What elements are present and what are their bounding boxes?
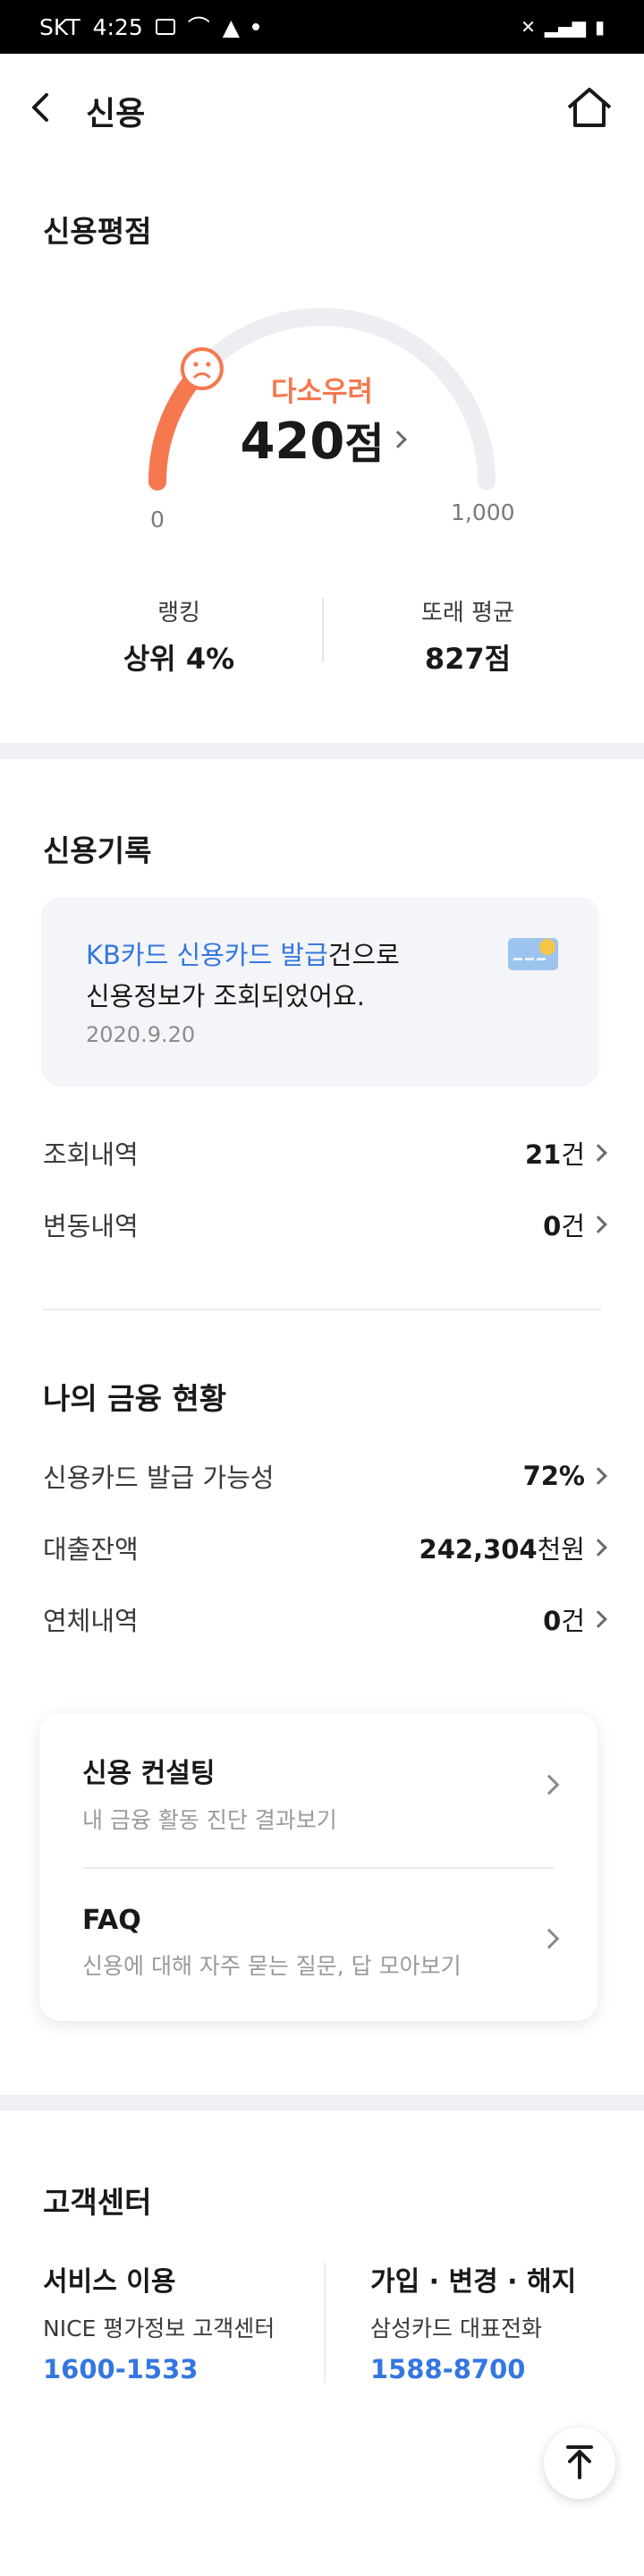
row-value: 242,304천원 [419,1534,585,1565]
record-card-date: 2020.9.20 [86,1022,196,1047]
chevron-right-icon [589,1144,607,1162]
gauge-min-label: 0 [150,507,165,533]
carrier-label: SKT [39,13,80,40]
score-unit: 점 [344,419,385,469]
chevron-right-icon [589,1539,607,1557]
gauge-max-label: 1,000 [451,499,515,525]
section-title-finance: 나의 금융 현황 [43,1381,227,1416]
item-title: FAQ [82,1905,141,1936]
item-subtitle: 내 금융 활동 진단 결과보기 [82,1807,337,1833]
row-label: 대출잔액 [43,1534,139,1565]
contact-phone-link[interactable]: 1600-1533 [43,2354,329,2384]
chevron-right-icon [589,1215,607,1233]
more-notifications-icon [251,23,259,30]
peer-average-value: 827점 [424,642,512,676]
credit-inquiry-card[interactable]: KB카드 신용카드 발급건으로 신용정보가 조회되었어요. 2020.9.20 [41,897,599,1087]
clock: 4:25 [92,13,143,40]
chevron-right-icon [589,1467,607,1485]
credit-status-label: 다소우려 [270,376,374,408]
delinquency-row[interactable]: 연체내역 0건 [43,1599,608,1639]
home-icon[interactable] [565,84,614,132]
consulting-card: 신용 컨설팅 내 금융 활동 진단 결과보기 FAQ 신용에 대해 자주 묻는 … [39,1713,597,2021]
row-label: 조회내역 [43,1139,139,1170]
item-title: 신용 컨설팅 [82,1758,216,1789]
ranking-stat: 랭킹 상위 4% [72,594,286,678]
section-title-customer-center: 고객센터 [43,2185,152,2220]
section-title-credit-record: 신용기록 [43,833,152,868]
contact-subtitle: 삼성카드 대표전화 [370,2316,542,2341]
card-issuance-row[interactable]: 신용카드 발급 가능성 72% [43,1456,608,1496]
row-value: 0건 [543,1211,585,1241]
record-card-line2: 신용정보가 조회되었어요. [86,981,365,1011]
contact-subtitle: NICE 평가정보 고객센터 [43,2316,275,2341]
ranking-value: 상위 4% [123,642,235,676]
back-icon[interactable] [20,86,63,129]
peer-average-label: 또래 평균 [421,600,514,627]
app-bar: 신용 [0,54,644,161]
record-highlight-text: KB카드 신용카드 발급 [86,940,328,970]
mute-icon: ✕ [521,16,536,38]
cloud-notification-icon: ⌒ [187,15,210,41]
scroll-to-top-button[interactable] [544,2427,615,2499]
contact-title: 가입 · 변경 · 해지 [370,2266,577,2298]
record-text-after: 건으로 [327,940,400,970]
item-subtitle: 신용에 대해 자주 묻는 질문, 답 모아보기 [82,1953,462,1979]
inquiry-history-row[interactable]: 조회내역 21건 [43,1133,608,1173]
row-label: 변동내역 [43,1211,139,1241]
peer-average-stat: 또래 평균 827점 [360,594,575,678]
section-divider [0,2094,644,2111]
section-divider [0,743,644,759]
card-divider [82,1867,555,1869]
contact-title: 서비스 이용 [43,2266,176,2298]
service-contact: 서비스 이용 NICE 평가정보 고객센터 1600-1533 [43,2259,329,2384]
page-title: 신용 [86,96,146,132]
list-divider [43,1309,601,1310]
credit-consulting-item[interactable]: 신용 컨설팅 내 금융 활동 진단 결과보기 [82,1751,565,1835]
chevron-right-icon [589,1610,607,1628]
row-label: 신용카드 발급 가능성 [43,1463,275,1493]
drive-notification-icon: ▲ [222,13,240,40]
battery-icon: ▮ [594,16,605,38]
contact-divider [324,2263,326,2383]
section-title-credit-score: 신용평점 [43,214,152,249]
score-number: 420 [240,413,345,471]
row-value: 0건 [543,1606,585,1636]
credit-card-icon [508,938,558,970]
stat-divider [322,598,324,662]
record-card-line1: KB카드 신용카드 발급건으로 [86,934,400,972]
signal-icon: ▂▄▆ [544,16,586,38]
contact-phone-link[interactable]: 1588-8700 [370,2354,644,2384]
faq-item[interactable]: FAQ 신용에 대해 자주 묻는 질문, 답 모아보기 [82,1905,565,1981]
row-label: 연체내역 [43,1606,139,1636]
gallery-notification-icon [155,19,175,35]
card-contact: 가입 · 변경 · 해지 삼성카드 대표전화 1588-8700 [370,2259,644,2384]
credit-score-value[interactable]: 420점 [0,408,644,471]
chevron-right-icon [388,430,407,448]
loan-balance-row[interactable]: 대출잔액 242,304천원 [43,1528,608,1567]
status-bar: SKT 4:25 ⌒ ▲ ✕ ▂▄▆ ▮ [0,0,644,54]
row-value: 72% [522,1461,585,1491]
ranking-label: 랭킹 [157,600,200,627]
row-value: 21건 [524,1139,585,1170]
change-history-row[interactable]: 변동내역 0건 [43,1205,608,1244]
